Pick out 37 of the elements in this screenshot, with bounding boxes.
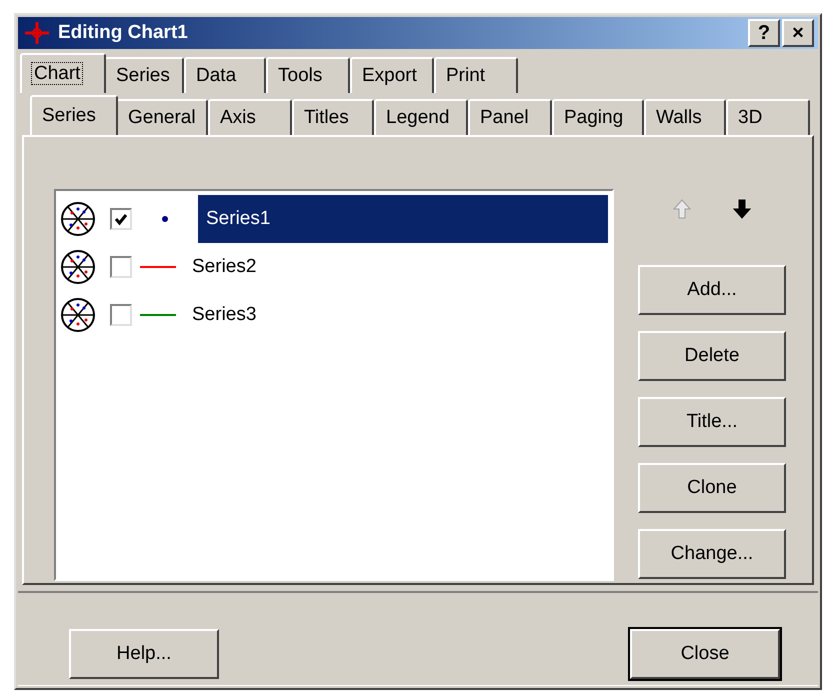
chart-logo-icon (22, 20, 52, 46)
tab[interactable]: Series (104, 57, 184, 93)
tab[interactable]: Titles (292, 99, 374, 135)
help-button[interactable]: Help... (69, 629, 219, 679)
series-name[interactable]: Series1 (198, 195, 608, 243)
action-button[interactable]: Delete (638, 331, 786, 381)
checkbox[interactable] (110, 208, 132, 230)
checkmark-icon (114, 212, 128, 226)
pie-chart-icon (60, 201, 96, 237)
tab[interactable]: Paging (552, 99, 644, 135)
title-bar-button[interactable]: × (782, 19, 814, 47)
tab[interactable]: Axis (208, 99, 292, 135)
series-name[interactable]: Series3 (184, 291, 256, 339)
tab[interactable]: Legend (374, 99, 468, 135)
window-title: Editing Chart1 (58, 20, 188, 45)
tab[interactable]: Series (30, 95, 118, 135)
checkbox[interactable] (110, 256, 132, 278)
tab[interactable]: Panel (468, 99, 552, 135)
tab[interactable]: Data (184, 57, 266, 93)
tab[interactable]: Walls (644, 99, 726, 135)
tab[interactable]: Export (350, 57, 434, 93)
down-arrow-icon[interactable] (732, 198, 752, 220)
action-button[interactable]: Clone (638, 463, 786, 513)
pie-chart-icon (60, 297, 96, 333)
series-name[interactable]: Series2 (184, 243, 256, 291)
action-button[interactable]: Add... (638, 265, 786, 315)
action-button[interactable]: Title... (638, 397, 786, 447)
title-bar-button[interactable]: ? (748, 19, 780, 47)
action-button[interactable]: Change... (638, 529, 786, 579)
pie-chart-icon (60, 249, 96, 285)
checkbox[interactable] (110, 304, 132, 326)
tab[interactable]: Chart (20, 53, 106, 93)
tab[interactable]: 3D (726, 99, 810, 135)
tab[interactable]: Print (434, 57, 518, 93)
tab[interactable]: Tools (266, 57, 350, 93)
tab[interactable]: General (116, 99, 208, 135)
close-button[interactable]: Close (630, 629, 780, 679)
